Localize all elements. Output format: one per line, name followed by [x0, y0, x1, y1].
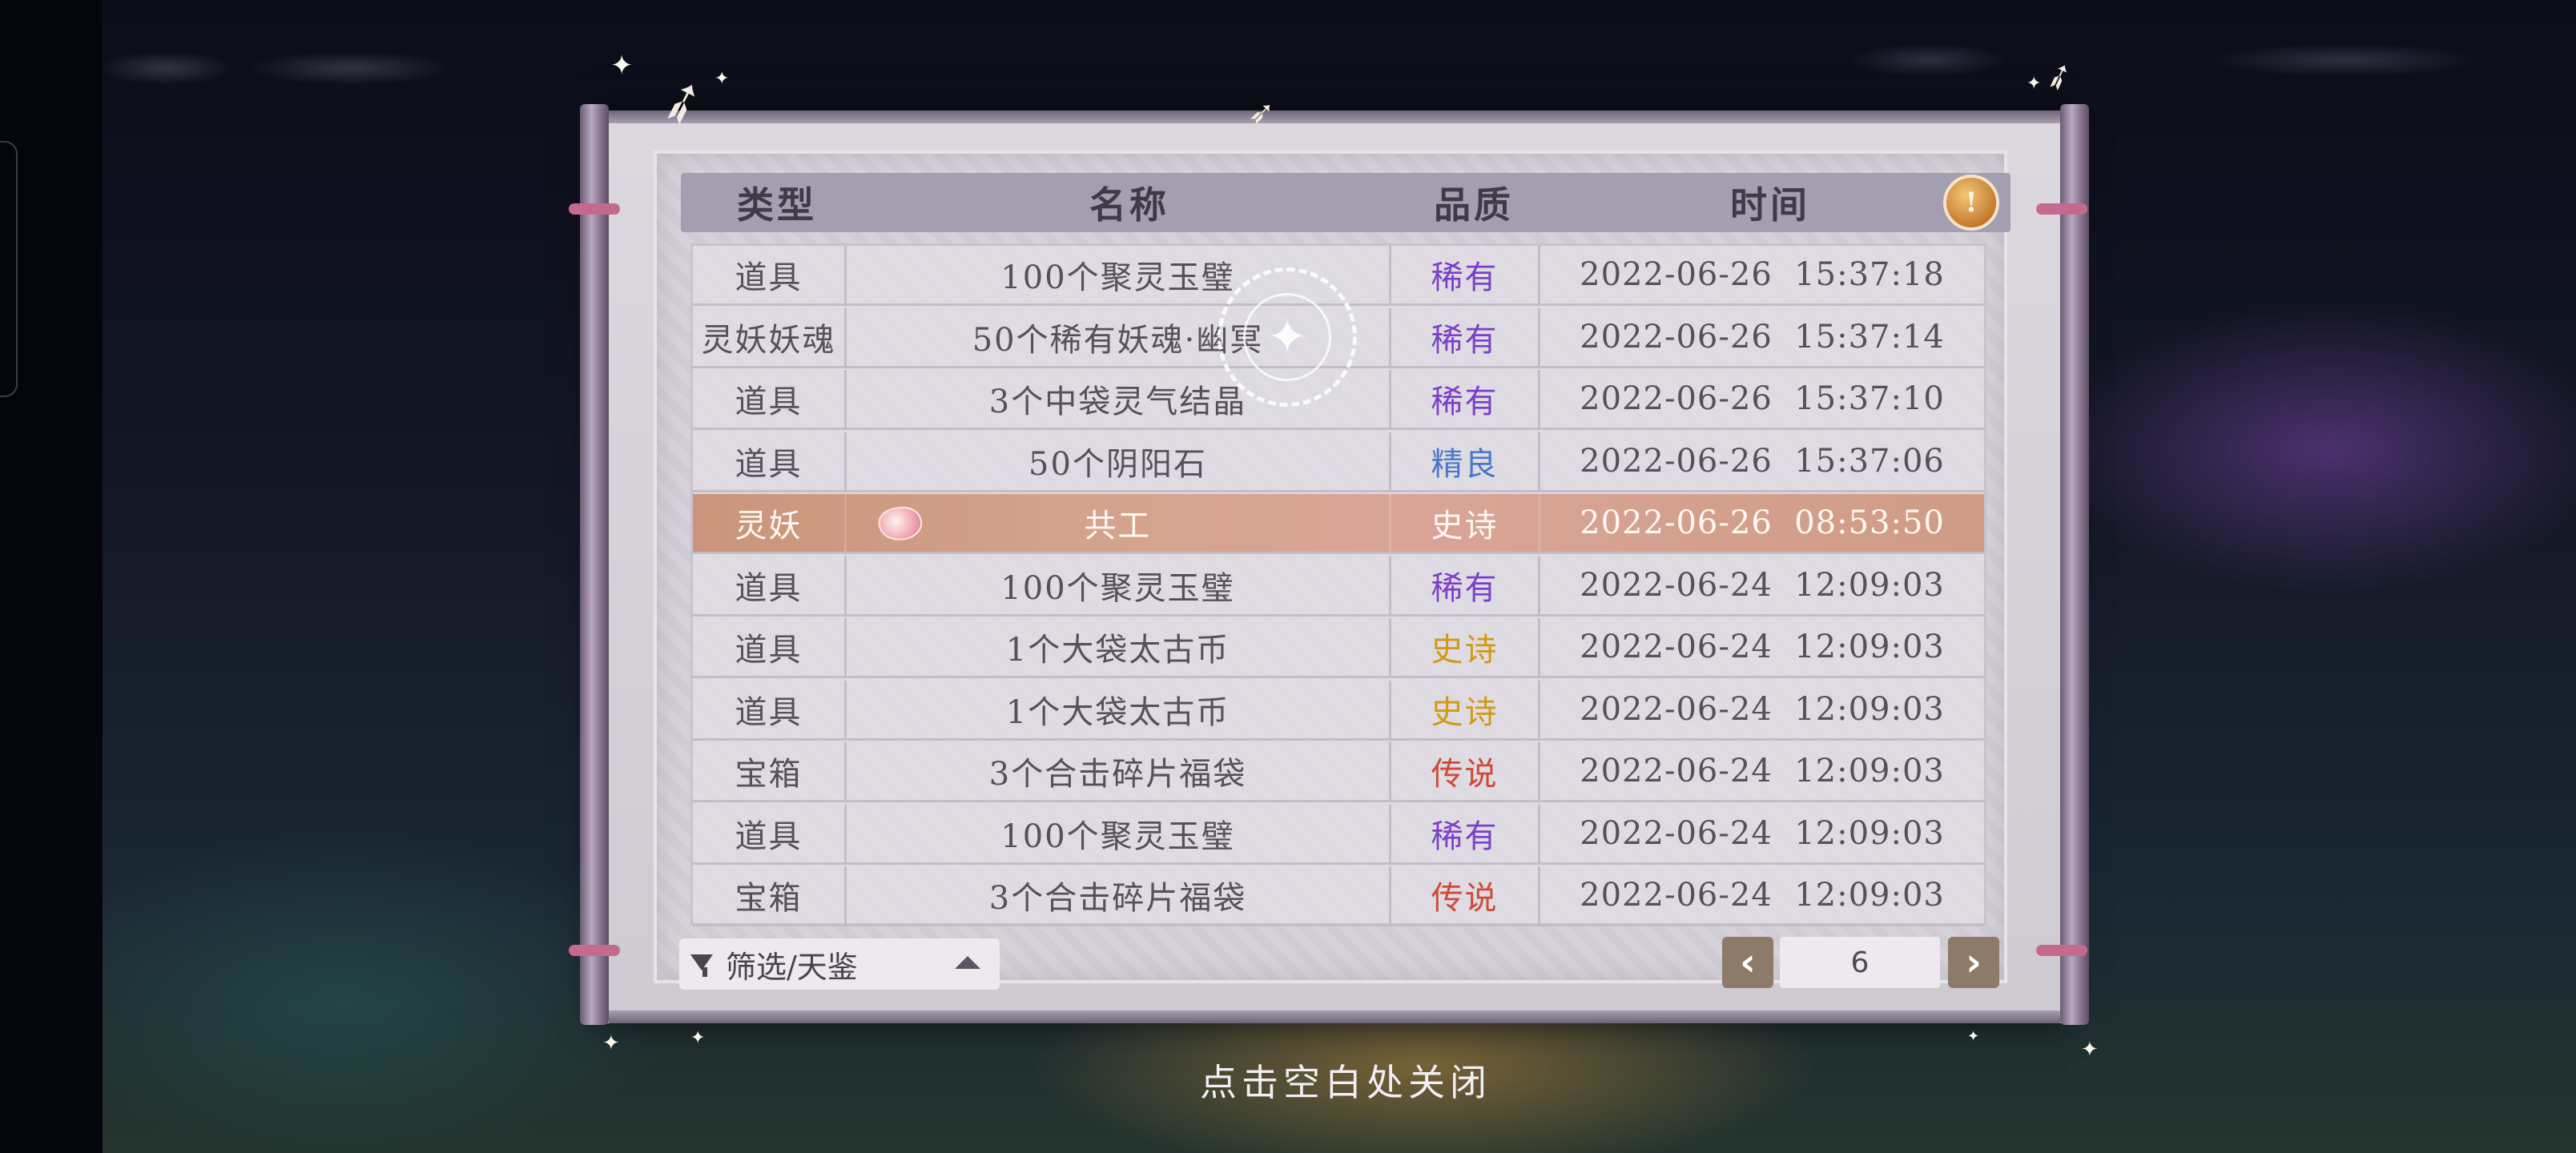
page-number[interactable]: 6: [1780, 937, 1940, 988]
table-row[interactable]: 道具 1个大袋太古币 史诗 2022-06-24 12:09:03: [693, 618, 1984, 678]
table-row[interactable]: 宝箱 3个合击碎片福袋 传说 2022-06-24 12:09:03: [693, 742, 1984, 802]
chevron-left-icon: ‹: [1740, 940, 1756, 985]
fox-emblem-icon: ✦: [1243, 293, 1331, 381]
cell-time: 2022-06-24 12:09:03: [1580, 566, 1945, 604]
item-name: 共工: [1084, 508, 1152, 544]
table-row[interactable]: 道具 100个聚灵玉璧 稀有 2022-06-24 12:09:03: [693, 804, 1984, 865]
cell-name: 100个聚灵玉璧: [847, 556, 1391, 614]
cell-name: 50个阴阳石: [847, 432, 1391, 490]
header-type: 类型: [737, 183, 817, 227]
cell-time: 2022-06-24 12:09:03: [1580, 690, 1945, 728]
cell-time: 2022-06-26 15:37:14: [1580, 318, 1945, 356]
table-row[interactable]: 道具 1个大袋太古币 史诗 2022-06-24 12:09:03: [693, 680, 1984, 741]
cell-type: 宝箱: [693, 866, 847, 924]
sparkle-icon: ✦: [714, 69, 730, 89]
funnel-icon: [690, 951, 719, 977]
cell-quality: 史诗: [1391, 494, 1540, 552]
item-name: 3个中袋灵气结晶: [988, 384, 1247, 420]
blurred-top-hud: [103, 32, 2576, 104]
cell-quality: 稀有: [1391, 370, 1540, 428]
sparkle-icon: ✦: [602, 1031, 620, 1055]
cell-type: 道具: [693, 556, 847, 614]
header-quality: 品质: [1434, 183, 1514, 227]
cell-name: 1个大袋太古币: [847, 680, 1391, 738]
cell-name: 共工: [847, 494, 1391, 552]
item-name: 3个合击碎片福袋: [988, 880, 1247, 917]
cell-quality: 稀有: [1391, 307, 1540, 366]
table-row[interactable]: 灵妖 共工 史诗 2022-06-26 08:53:50: [693, 494, 1984, 554]
cell-time: 2022-06-24 12:09:03: [1580, 753, 1945, 789]
chevron-right-icon: ›: [1966, 940, 1982, 985]
cell-quality: 史诗: [1391, 618, 1540, 676]
seal-stamp: ✦: [1218, 267, 1357, 407]
cell-time: 2022-06-24 12:09:03: [1580, 629, 1945, 665]
cell-name: 1个大袋太古币: [847, 618, 1391, 676]
cell-type: 道具: [693, 370, 847, 428]
item-name: 1个大袋太古币: [1005, 693, 1230, 731]
item-name: 100个聚灵玉璧: [1000, 569, 1235, 607]
item-name: 100个聚灵玉璧: [1000, 818, 1235, 855]
item-name: 1个大袋太古币: [1005, 632, 1230, 669]
info-button[interactable]: !: [1943, 175, 1999, 231]
table-row[interactable]: 道具 100个聚灵玉璧 稀有 2022-06-24 12:09:03: [693, 556, 1984, 617]
sparkle-icon: ✦: [2027, 74, 2042, 94]
cell-time: 2022-06-26 15:37:18: [1580, 256, 1945, 293]
rod-cap: [2036, 203, 2087, 215]
gem-icon: [875, 502, 925, 545]
scroll-rod-left: [580, 104, 609, 1025]
cell-name: 3个合击碎片福袋: [847, 742, 1391, 800]
filter-label: 筛选/天鉴: [726, 949, 858, 985]
filter-dropdown[interactable]: 筛选/天鉴: [679, 938, 1000, 990]
rod-cap: [569, 945, 620, 956]
cell-quality: 稀有: [1391, 246, 1540, 303]
cell-quality: 精良: [1391, 432, 1540, 490]
rod-cap: [569, 203, 620, 215]
side-handle: [0, 141, 18, 397]
caret-up-icon: [955, 956, 980, 969]
cell-time: 2022-06-24 12:09:03: [1580, 814, 1945, 852]
cell-type: 灵妖: [693, 494, 847, 552]
cell-time: 2022-06-26 15:37:10: [1580, 380, 1945, 417]
cell-type: 道具: [693, 804, 847, 862]
prev-page-button[interactable]: ‹: [1722, 937, 1773, 988]
item-name: 100个聚灵玉璧: [1000, 259, 1235, 296]
cell-quality: 传说: [1391, 866, 1540, 924]
cell-name: 100个聚灵玉璧: [847, 804, 1391, 862]
cell-time: 2022-06-24 12:09:03: [1580, 877, 1945, 914]
table-row[interactable]: 道具 50个阴阳石 精良 2022-06-26 15:37:06: [693, 432, 1984, 492]
swallow-bird-icon: ➶: [1248, 94, 1275, 131]
cell-type: 灵妖妖魂: [693, 307, 847, 366]
item-name: 50个阴阳石: [1028, 445, 1207, 483]
cell-quality: 传说: [1391, 742, 1540, 800]
cell-time: 2022-06-26 08:53:50: [1580, 504, 1945, 541]
cell-type: 道具: [693, 432, 847, 490]
scroll-top-edge: [609, 110, 2060, 123]
cell-name: 3个合击碎片福袋: [847, 866, 1391, 924]
cell-quality: 史诗: [1391, 680, 1540, 738]
scroll-bottom-edge: [609, 1010, 2060, 1023]
rod-cap: [2036, 945, 2087, 956]
cell-quality: 稀有: [1391, 804, 1540, 862]
scroll-rod-right: [2060, 104, 2089, 1025]
sparkle-icon: ✦: [610, 50, 634, 82]
cell-type: 道具: [693, 680, 847, 738]
item-name: 3个合击碎片福袋: [988, 756, 1247, 793]
header-name: 名称: [1089, 183, 1169, 227]
exclamation-icon: !: [1965, 187, 1978, 219]
cell-time: 2022-06-26 15:37:06: [1580, 442, 1945, 480]
sparkle-icon: ✦: [2081, 1038, 2099, 1062]
cell-type: 道具: [693, 618, 847, 676]
header-time: 时间: [1730, 183, 1810, 227]
next-page-button[interactable]: ›: [1948, 937, 1999, 988]
cell-quality: 稀有: [1391, 556, 1540, 614]
cell-type: 道具: [693, 246, 847, 303]
sparkle-icon: ✦: [690, 1028, 706, 1048]
cell-type: 宝箱: [693, 742, 847, 800]
table-row[interactable]: 宝箱 3个合击碎片福袋 传说 2022-06-24 12:09:03: [693, 866, 1984, 926]
sparkle-icon: ✦: [1967, 1028, 1980, 1045]
close-hint: 点击空白处关闭: [1200, 1061, 1491, 1104]
table-header: 类型 名称 品质 时间: [681, 173, 2010, 232]
